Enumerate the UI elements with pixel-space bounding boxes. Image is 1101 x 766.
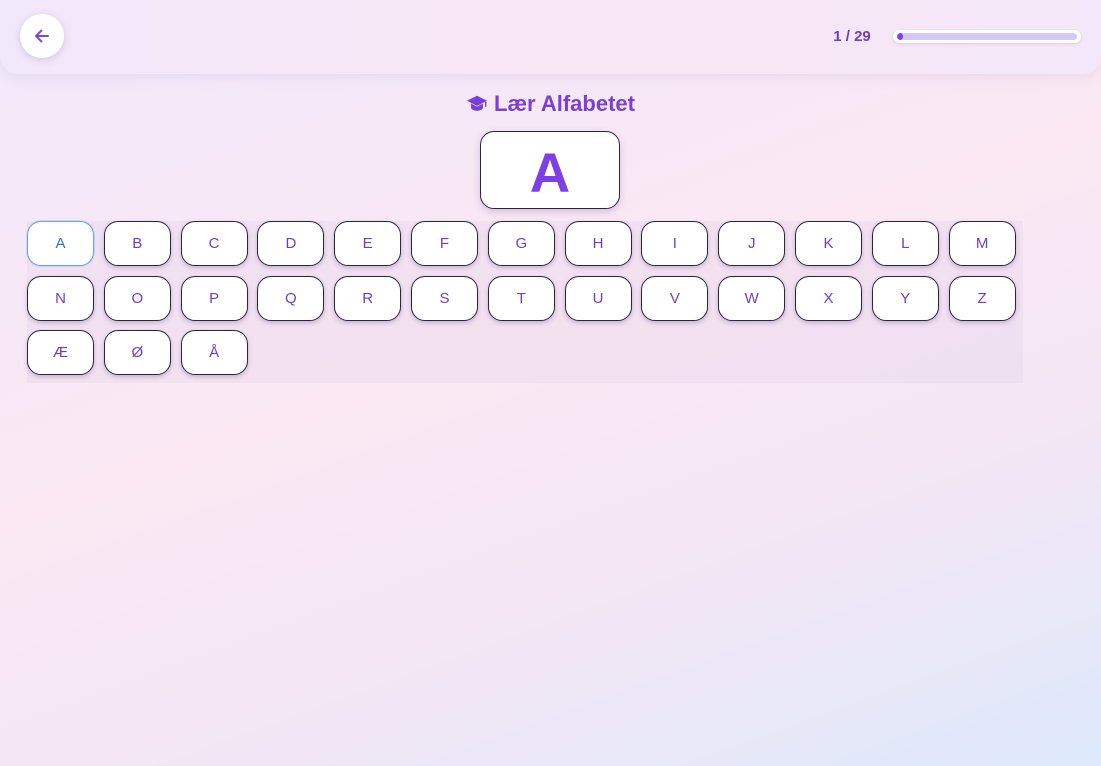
letter-key[interactable]: X <box>795 275 862 321</box>
letter-key[interactable]: Q <box>257 275 325 321</box>
letter-key[interactable]: J <box>718 221 786 266</box>
letter-key[interactable]: F <box>411 221 478 266</box>
letter-key[interactable]: G <box>487 221 555 266</box>
letter-key[interactable]: N <box>27 275 94 321</box>
letter-key[interactable]: S <box>411 275 478 321</box>
letter-key[interactable]: A <box>27 221 94 266</box>
current-letter-card: A <box>480 131 620 209</box>
letter-key[interactable]: R <box>334 275 402 321</box>
letter-key[interactable]: I <box>641 221 709 266</box>
letter-key[interactable]: C <box>180 221 248 266</box>
letter-key[interactable]: Ø <box>103 330 171 375</box>
progress-counter: 1 / 29 <box>833 28 871 45</box>
letter-key[interactable]: D <box>257 221 325 266</box>
letter-key[interactable]: O <box>103 275 171 321</box>
title-text: Lær Alfabetet <box>494 91 635 116</box>
top-bar: 1 / 29 <box>0 0 1101 74</box>
letter-key[interactable]: Å <box>180 330 248 375</box>
letter-key[interactable]: B <box>103 221 171 266</box>
letter-key[interactable]: E <box>334 221 402 266</box>
letter-key[interactable]: P <box>180 275 248 321</box>
progress-bar <box>893 30 1081 43</box>
letter-key[interactable]: Y <box>871 275 939 321</box>
page-title: Lær Alfabetet <box>0 91 1101 117</box>
graduation-cap-icon <box>466 95 488 111</box>
letter-key[interactable]: T <box>487 275 555 321</box>
letter-key[interactable]: V <box>641 275 709 321</box>
letter-key[interactable]: Æ <box>27 330 94 375</box>
letter-key[interactable]: K <box>795 221 862 266</box>
current-letter: A <box>529 141 571 204</box>
back-button[interactable] <box>20 14 64 58</box>
letter-key[interactable]: H <box>564 221 632 266</box>
letter-key[interactable]: W <box>718 275 786 321</box>
letter-key[interactable]: M <box>948 221 1016 266</box>
progress-fill <box>897 33 904 40</box>
letter-key[interactable]: L <box>871 221 939 266</box>
letter-key[interactable]: Z <box>948 275 1016 321</box>
arrow-left-icon <box>35 29 49 43</box>
letter-key[interactable]: U <box>564 275 632 321</box>
